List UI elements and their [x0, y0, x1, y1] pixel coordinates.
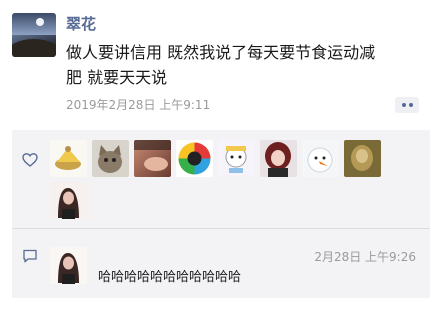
- comment-time: 2月28日 上午9:26: [314, 250, 416, 264]
- avatar-redhead[interactable]: [260, 140, 297, 177]
- interaction-panel: 2月28日 上午9:26 哈哈哈哈哈哈哈哈哈哈哈: [12, 130, 430, 298]
- avatar-ghost[interactable]: [302, 140, 339, 177]
- more-dots-icon[interactable]: [395, 97, 419, 113]
- dot: [408, 103, 413, 107]
- post-timestamp: 2019年2月28日 上午9:11: [66, 98, 211, 112]
- post-text: 做人要讲信用 既然我说了每天要节食运动减 肥 就要天天说: [66, 40, 426, 90]
- heart-icon: [22, 153, 38, 167]
- comment-text: 哈哈哈哈哈哈哈哈哈哈哈: [98, 270, 242, 285]
- avatar-sticker[interactable]: [218, 140, 255, 177]
- section-divider: [12, 228, 430, 229]
- commenter-avatar[interactable]: [50, 247, 87, 284]
- post-text-line-1: 做人要讲信用 既然我说了每天要节食运动减: [66, 43, 376, 62]
- avatar-closeup[interactable]: [134, 140, 171, 177]
- avatar-moon: [36, 18, 44, 26]
- avatar-cat[interactable]: [92, 140, 129, 177]
- dot: [401, 103, 406, 107]
- comment-icon: [23, 249, 37, 263]
- avatar-woman[interactable]: [50, 182, 87, 219]
- avatar-sky: [12, 13, 56, 35]
- avatar-hill: [12, 39, 56, 57]
- post-text-line-2: 肥 就要天天说: [66, 68, 168, 87]
- post-avatar[interactable]: [12, 13, 56, 57]
- avatar-cake[interactable]: [50, 140, 87, 177]
- author-name[interactable]: 翠花: [66, 13, 96, 34]
- avatar-painting[interactable]: [344, 140, 381, 177]
- avatar-aperture[interactable]: [176, 140, 213, 177]
